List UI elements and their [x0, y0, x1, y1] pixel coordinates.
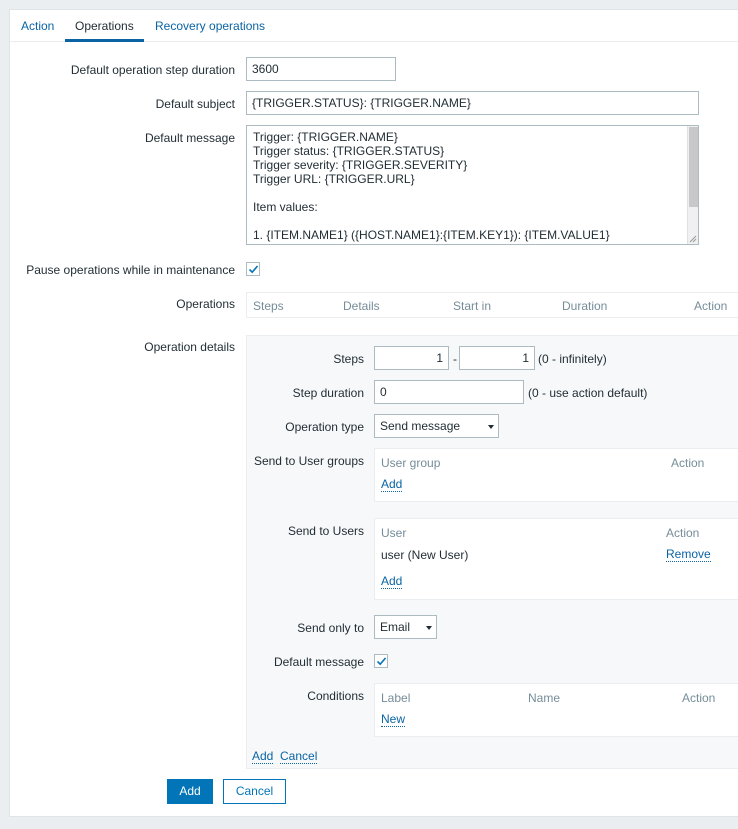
- new-condition-link[interactable]: New: [381, 713, 406, 727]
- conditions-table: Label Name Action New: [374, 683, 738, 737]
- send-only-to-label: Send only to: [297, 621, 364, 635]
- add-button[interactable]: Add: [167, 779, 213, 804]
- step-duration-input[interactable]: 0: [374, 380, 524, 404]
- message-line: Trigger severity: {TRIGGER.SEVERITY}: [253, 158, 468, 172]
- steps-label: Steps: [333, 352, 364, 366]
- message-line: 1. {ITEM.NAME1} ({HOST.NAME1}:{ITEM.KEY1…: [253, 228, 610, 242]
- add-user-group-link[interactable]: Add: [381, 478, 403, 492]
- step-duration-hint: (0 - use action default): [528, 386, 648, 400]
- message-line: Trigger: {TRIGGER.NAME}: [253, 130, 398, 144]
- operation-type-select[interactable]: Send message: [374, 414, 499, 438]
- message-line: Item values:: [253, 200, 318, 214]
- col-header-start-in: Start in: [453, 299, 492, 313]
- default-message-textarea[interactable]: Trigger: {TRIGGER.NAME} Trigger status: …: [246, 125, 699, 245]
- resize-grip-icon[interactable]: [689, 235, 697, 243]
- operation-details-label: Operation details: [144, 340, 235, 354]
- default-message-detail-label: Default message: [273, 655, 364, 669]
- default-message-label: Default message: [144, 131, 235, 145]
- col-header-user: User: [381, 526, 407, 540]
- scrollbar-thumb[interactable]: [689, 127, 698, 207]
- steps-separator: -: [453, 352, 457, 366]
- pause-operations-checkbox[interactable]: [246, 262, 260, 276]
- operations-table: Steps Details Start in Duration Action: [246, 292, 738, 318]
- add-user-link[interactable]: Add: [381, 575, 403, 589]
- operation-type-value: Send message: [380, 419, 461, 433]
- steps-from-input[interactable]: 1: [374, 346, 449, 370]
- send-only-to-select[interactable]: Email: [374, 615, 437, 639]
- user-groups-table: User group Action Add: [374, 448, 738, 502]
- user-groups-label: Send to User groups: [253, 454, 364, 468]
- chevron-down-icon: [488, 425, 494, 429]
- step-duration-label: Default operation step duration: [70, 63, 235, 77]
- scrollbar[interactable]: [687, 126, 698, 244]
- col-header-label: Label: [381, 691, 411, 705]
- tab-recovery-operations[interactable]: Recovery operations: [155, 10, 265, 42]
- cancel-button[interactable]: Cancel: [223, 779, 286, 804]
- tab-action[interactable]: Action: [21, 10, 54, 42]
- checkmark-icon: [248, 265, 259, 274]
- operations-label: Operations: [176, 297, 235, 311]
- tab-bar: Action Operations Recovery operations: [10, 10, 738, 42]
- default-step-duration-input[interactable]: 3600: [246, 57, 396, 81]
- default-subject-label: Default subject: [155, 97, 235, 111]
- col-header-action: Action: [671, 456, 705, 470]
- step-duration-detail-label: Step duration: [292, 386, 364, 400]
- cancel-operation-link[interactable]: Cancel: [280, 750, 318, 764]
- steps-to-input[interactable]: 1: [459, 346, 535, 370]
- pause-operations-label: Pause operations while in maintenance: [26, 263, 235, 277]
- checkmark-icon: [376, 657, 387, 666]
- send-only-to-value: Email: [380, 620, 411, 634]
- users-table: User Action user (New User) Remove Add: [374, 518, 738, 600]
- col-header-steps: Steps: [253, 299, 284, 313]
- col-header-duration: Duration: [562, 299, 608, 313]
- operation-details-box: Steps 1 - 1 (0 - infinitely) Step durati…: [246, 335, 738, 769]
- user-name: user (New User): [381, 548, 469, 562]
- col-header-name: Name: [528, 691, 561, 705]
- operations-form-panel: Action Operations Recovery operations De…: [9, 9, 738, 817]
- default-subject-input[interactable]: {TRIGGER.STATUS}: {TRIGGER.NAME}: [246, 91, 699, 115]
- users-label: Send to Users: [287, 524, 364, 538]
- message-line: [247, 186, 698, 200]
- col-header-action: Action: [682, 691, 716, 705]
- operation-type-label: Operation type: [285, 420, 364, 434]
- steps-hint: (0 - infinitely): [538, 352, 607, 366]
- col-header-action: Action: [666, 526, 700, 540]
- col-header-details: Details: [343, 299, 380, 313]
- tab-operations[interactable]: Operations: [65, 10, 144, 42]
- default-message-checkbox[interactable]: [374, 654, 388, 668]
- col-header-user-group: User group: [381, 456, 441, 470]
- message-line: Trigger URL: {TRIGGER.URL}: [253, 172, 415, 186]
- remove-user-link[interactable]: Remove: [666, 548, 711, 562]
- message-line: [247, 214, 698, 228]
- chevron-down-icon: [426, 626, 432, 630]
- conditions-label: Conditions: [307, 689, 364, 703]
- message-line: Trigger status: {TRIGGER.STATUS}: [253, 144, 445, 158]
- add-operation-link[interactable]: Add: [252, 750, 274, 764]
- col-header-action: Action: [694, 299, 728, 313]
